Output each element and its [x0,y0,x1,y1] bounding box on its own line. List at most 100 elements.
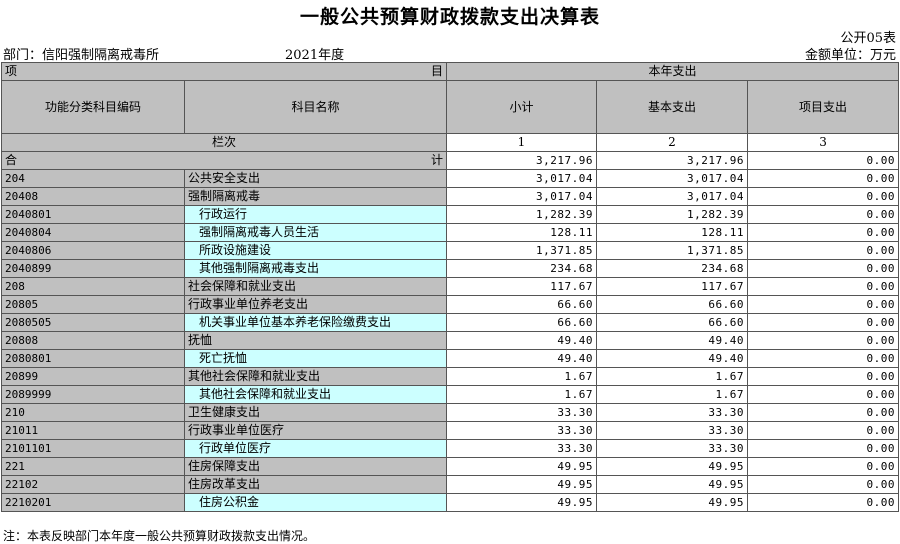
row-basic: 49.95 [596,493,748,512]
row-subtotal: 49.95 [446,475,597,494]
row-project: 0.00 [746,385,900,404]
table-row: 2040804 强制隔离戒毒人员生活 128.11 128.11 0.00 [1,223,900,242]
row-project: 0.00 [746,259,900,278]
row-project: 0.00 [746,421,900,440]
table-row: 204 公共安全支出 3,017.04 3,017.04 0.00 [1,169,900,188]
row-project: 0.00 [746,403,900,422]
row-name: 死亡抚恤 [184,349,447,368]
total-basic: 3,217.96 [596,151,748,170]
row-subtotal: 1.67 [446,367,597,386]
row-code: 2101101 [1,439,185,458]
row-name: 行政事业单位医疗 [184,421,447,440]
row-name: 卫生健康支出 [184,403,447,422]
table-row: 221 住房保障支出 49.95 49.95 0.00 [1,457,900,476]
table-row: 2040801 行政运行 1,282.39 1,282.39 0.00 [1,205,900,224]
total-label-right: 计 [430,153,443,167]
row-code: 2089999 [1,385,185,404]
row-name: 住房改革支出 [184,475,447,494]
subtotal-column-header: 小计 [446,80,597,134]
row-basic: 117.67 [596,277,748,296]
row-name: 强制隔离戒毒 [184,187,447,206]
row-name: 住房保障支出 [184,457,447,476]
row-name: 机关事业单位基本养老保险缴费支出 [184,313,447,332]
row-subtotal: 33.30 [446,403,597,422]
row-code: 221 [1,457,185,476]
row-code: 20899 [1,367,185,386]
basic-column-header: 基本支出 [596,80,748,134]
row-code: 208 [1,277,185,296]
row-subtotal: 3,017.04 [446,187,597,206]
row-subtotal: 49.95 [446,457,597,476]
row-subtotal: 1,371.85 [446,241,597,260]
row-basic: 49.40 [596,349,748,368]
table-row: 21011 行政事业单位医疗 33.30 33.30 0.00 [1,421,900,440]
row-subtotal: 1,282.39 [446,205,597,224]
row-basic: 66.60 [596,313,748,332]
row-name: 社会保障和就业支出 [184,277,447,296]
row-project: 0.00 [746,295,900,314]
row-subtotal: 3,017.04 [446,169,597,188]
row-basic: 49.95 [596,457,748,476]
table-note: 注：本表反映部门本年度一般公共预算财政拨款支出情况。 [3,529,316,543]
row-subtotal: 66.60 [446,313,597,332]
current-year-header: 本年支出 [445,62,900,81]
row-subtotal: 33.30 [446,439,597,458]
row-project: 0.00 [746,169,900,188]
row-basic: 33.30 [596,403,748,422]
total-subtotal: 3,217.96 [446,151,597,170]
amount-unit: 金额单位：万元 [804,48,896,63]
row-subtotal: 66.60 [446,295,597,314]
row-project: 0.00 [746,349,900,368]
expenditure-table: 项 目 本年支出 功能分类科目编码 科目名称 小计 基本支出 项目支出 栏次 1… [1,62,900,512]
row-code: 2040804 [1,223,185,242]
report-title: 一般公共预算财政拨款支出决算表 [299,6,600,28]
project-column-header: 项目支出 [746,80,900,134]
row-basic: 66.60 [596,295,748,314]
row-basic: 234.68 [596,259,748,278]
row-basic: 128.11 [596,223,748,242]
total-project: 0.00 [746,151,900,170]
row-subtotal: 49.40 [446,331,597,350]
column-number-3: 3 [746,133,900,152]
table-row: 22102 住房改革支出 49.95 49.95 0.00 [1,475,900,494]
row-subtotal: 117.67 [446,277,597,296]
row-code: 2080505 [1,313,185,332]
row-code: 210 [1,403,185,422]
header-row-2: 功能分类科目编码 科目名称 小计 基本支出 项目支出 [1,80,900,134]
row-basic: 1.67 [596,385,748,404]
header-row-1: 项 目 本年支出 [1,62,900,81]
table-row: 208 社会保障和就业支出 117.67 117.67 0.00 [1,277,900,296]
row-project: 0.00 [746,475,900,494]
table-row: 210 卫生健康支出 33.30 33.30 0.00 [1,403,900,422]
item-header-right: 目 [430,64,443,78]
row-code: 22102 [1,475,185,494]
total-row: 合 计 3,217.96 3,217.96 0.00 [1,151,900,170]
row-subtotal: 49.40 [446,349,597,368]
row-name: 行政单位医疗 [184,439,447,458]
row-project: 0.00 [746,205,900,224]
column-number-2: 2 [596,133,748,152]
row-project: 0.00 [746,493,900,512]
row-name: 所政设施建设 [184,241,447,260]
row-project: 0.00 [746,457,900,476]
row-subtotal: 33.30 [446,421,597,440]
item-header-cell: 项 目 [1,62,447,81]
row-name: 其他强制隔离戒毒支出 [184,259,447,278]
department-label: 部门：信阳强制隔离戒毒所 [3,48,160,63]
row-basic: 49.40 [596,331,748,350]
row-code: 20808 [1,331,185,350]
table-row: 20808 抚恤 49.40 49.40 0.00 [1,331,900,350]
total-label-left: 合 [5,153,18,167]
row-project: 0.00 [746,223,900,242]
row-name: 抚恤 [184,331,447,350]
code-column-header: 功能分类科目编码 [1,80,185,134]
column-number-1: 1 [446,133,597,152]
total-label-cell: 合 计 [1,151,447,170]
row-project: 0.00 [746,187,900,206]
table-row: 20899 其他社会保障和就业支出 1.67 1.67 0.00 [1,367,900,386]
row-basic: 33.30 [596,439,748,458]
row-name: 公共安全支出 [184,169,447,188]
table-row: 2080505 机关事业单位基本养老保险缴费支出 66.60 66.60 0.00 [1,313,900,332]
row-basic: 1,371.85 [596,241,748,260]
table-row: 2210201 住房公积金 49.95 49.95 0.00 [1,493,900,512]
